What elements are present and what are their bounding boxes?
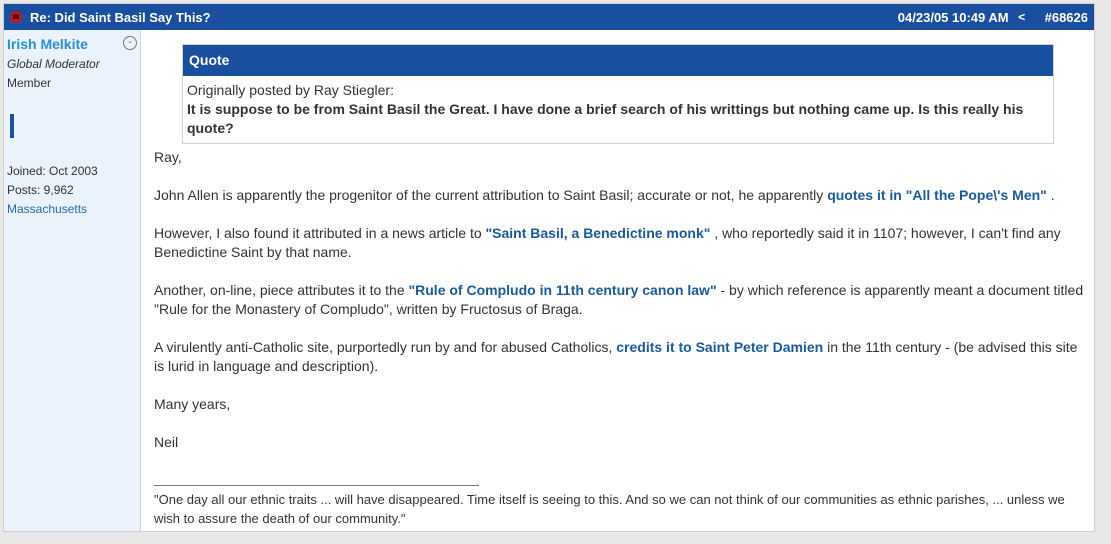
user-posts: Posts: 9,962	[7, 183, 74, 197]
post-content: Quote Originally posted by Ray Stiegler:…	[154, 30, 1086, 531]
paragraph: A virulently anti-Catholic site, purport…	[154, 338, 1086, 376]
post-header: Re: Did Saint Basil Say This? 04/23/05 1…	[4, 4, 1094, 30]
signoff: Neil	[154, 434, 179, 450]
user-info: Joined: Oct 2003 Posts: 9,962 Massachuse…	[7, 162, 137, 219]
quote-text: It is suppose to be from Saint Basil the…	[187, 101, 1024, 136]
post-title[interactable]: Re: Did Saint Basil Say This?	[30, 10, 898, 25]
greeting: Ray,	[154, 149, 182, 165]
link-peter-damien[interactable]: credits it to Saint Peter Damien	[616, 339, 823, 355]
signature-divider	[154, 485, 479, 486]
forum-post: Re: Did Saint Basil Say This? 04/23/05 1…	[3, 3, 1095, 532]
paragraph: John Allen is apparently the progenitor …	[154, 186, 1086, 205]
paragraph-text: A virulently anti-Catholic site, purport…	[154, 339, 617, 355]
user-location: Massachusetts	[7, 202, 88, 216]
link-all-the-popes-men[interactable]: quotes it in "All the Pope\'s Men"	[827, 187, 1047, 203]
post-status-icon	[10, 11, 22, 23]
quote-header: Quote	[183, 45, 1053, 76]
user-title: Global Moderator	[7, 57, 100, 71]
user-rank: Member	[7, 76, 52, 90]
post-number-link[interactable]: #68626	[1045, 10, 1088, 25]
user-joined: Joined: Oct 2003	[7, 164, 98, 178]
username-link[interactable]: Irish Melkite	[7, 36, 137, 52]
user-sidebar: Irish Melkite - Global Moderator Member …	[4, 30, 141, 531]
paragraph-text: .	[1046, 187, 1055, 203]
quote-body: Originally posted by Ray Stiegler: It is…	[183, 76, 1053, 143]
paragraph-text: However, I also found it attributed in a…	[154, 225, 486, 241]
share-icon[interactable]: <	[1015, 10, 1029, 24]
quote-attribution: Originally posted by Ray Stiegler:	[187, 82, 394, 98]
link-rule-of-compludo[interactable]: "Rule of Compludo in 11th century canon …	[409, 282, 717, 298]
paragraph: Another, on-line, piece attributes it to…	[154, 281, 1086, 319]
paragraph-text: Another, on-line, piece attributes it to…	[154, 282, 409, 298]
paragraph: However, I also found it attributed in a…	[154, 224, 1086, 262]
closing: Many years,	[154, 396, 231, 412]
online-status-icon: -	[123, 36, 137, 50]
post-date: 04/23/05 10:49 AM	[897, 9, 1009, 25]
message-body: Ray, John Allen is apparently the progen…	[154, 148, 1086, 452]
paragraph-text: John Allen is apparently the progenitor …	[154, 187, 828, 203]
signature: "One day all our ethnic traits ... will …	[154, 492, 1065, 526]
rank-bar-icon	[10, 114, 14, 138]
link-saint-basil-monk[interactable]: "Saint Basil, a Benedictine monk"	[486, 225, 711, 241]
quote-block: Quote Originally posted by Ray Stiegler:…	[182, 44, 1054, 144]
